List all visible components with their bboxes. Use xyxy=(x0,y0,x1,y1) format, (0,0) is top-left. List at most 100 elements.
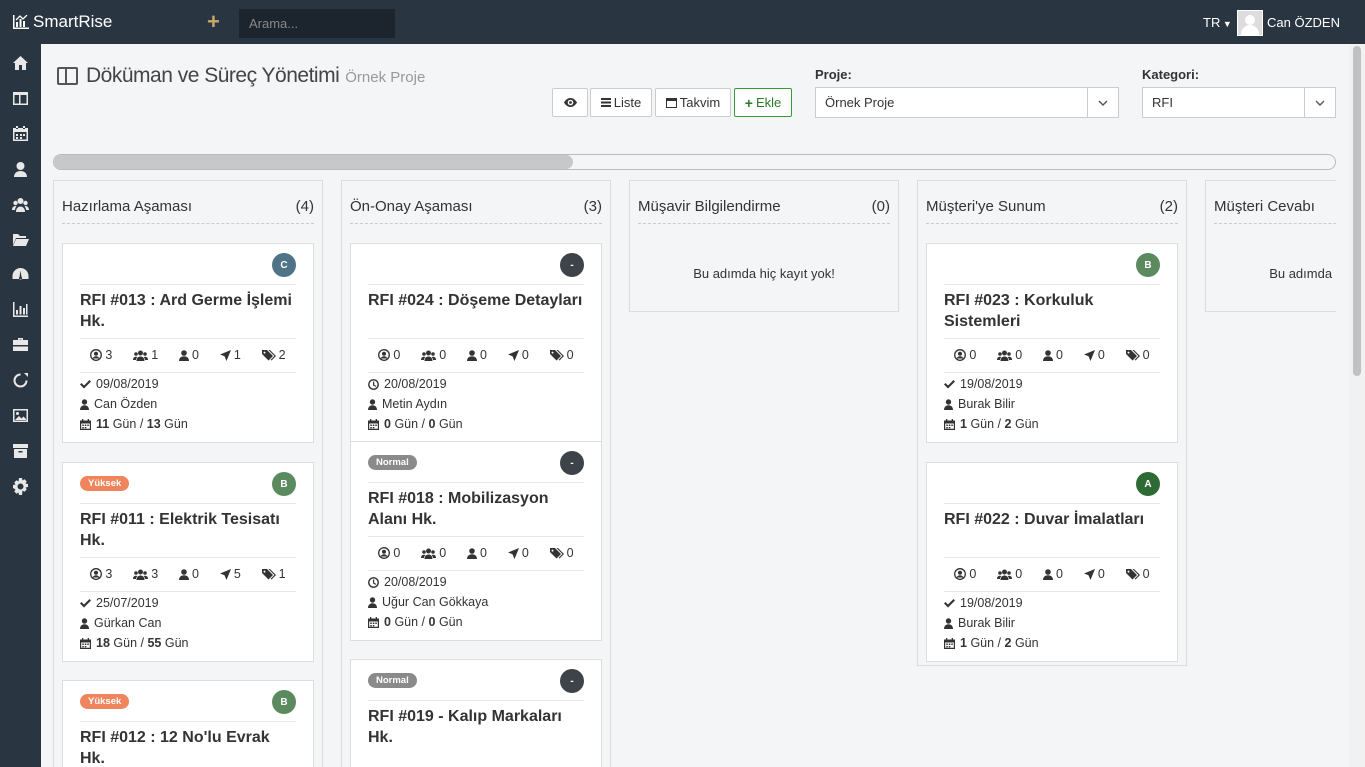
list-view-button[interactable]: Liste xyxy=(590,88,652,117)
dashboard-icon[interactable] xyxy=(12,266,29,283)
divider xyxy=(80,557,296,558)
stat-item: 0 xyxy=(549,348,574,362)
calendar-icon[interactable] xyxy=(12,125,29,142)
user-icon[interactable] xyxy=(12,161,29,178)
rfi-card[interactable]: Yüksek B RFI #011 : Elektrik Tesisatı Hk. 3… xyxy=(62,462,314,662)
users-icon xyxy=(421,350,437,361)
card-title[interactable]: RFI #022 : Duvar İmalatları xyxy=(944,509,1160,530)
scrollbar-thumb[interactable] xyxy=(1353,46,1361,376)
archive-icon[interactable] xyxy=(12,442,29,459)
users-icon xyxy=(421,548,437,559)
days-elapsed-unit: Gün xyxy=(112,417,137,431)
stat-value: 0 xyxy=(969,348,977,362)
quick-add-button[interactable]: + xyxy=(207,11,220,33)
card-title[interactable]: RFI #012 : 12 No'lu Evrak Hk. xyxy=(80,727,296,767)
rfi-card[interactable]: Normal - RFI #018 : Mobilizasyon Alanı Hk.… xyxy=(350,441,602,641)
app-logo[interactable]: SmartRise xyxy=(13,12,112,32)
settings-icon[interactable] xyxy=(12,478,29,495)
stat-value: 3 xyxy=(105,348,113,362)
date-row: 19/08/2019 xyxy=(944,374,1160,394)
kanban-column: Müşteri'ye Sunum (2) B RFI #023 : Korkuluk … xyxy=(917,180,1187,666)
days-elapsed-unit: Gün xyxy=(113,636,138,650)
user-name[interactable]: Can ÖZDEN xyxy=(1267,15,1340,30)
duration-separator: / xyxy=(418,417,429,431)
user-icon xyxy=(1043,349,1054,361)
user-circle-icon xyxy=(90,349,103,361)
divider xyxy=(944,284,1160,285)
card-title[interactable]: RFI #018 : Mobilizasyon Alanı Hk. xyxy=(368,488,584,530)
stat-item: 0 xyxy=(954,348,976,362)
stat-item: 1 xyxy=(219,348,241,362)
card-title[interactable]: RFI #024 : Döşeme Detayları xyxy=(368,290,584,311)
send-icon xyxy=(507,349,519,361)
add-button[interactable]: + Ekle xyxy=(734,88,792,117)
card-duration: 11 Gün / 13 Gün xyxy=(96,417,188,431)
language-selector[interactable]: TR ▼ xyxy=(1203,15,1232,30)
card-stats: 0 0 0 0 0 xyxy=(368,348,584,362)
users-icon[interactable] xyxy=(12,196,29,213)
avatar[interactable] xyxy=(1237,10,1263,36)
stat-value: 0 xyxy=(1142,567,1150,581)
rfi-card[interactable]: A RFI #022 : Duvar İmalatları 0 0 0 0 0 19/08/2… xyxy=(926,462,1178,662)
rfi-card[interactable]: - RFI #024 : Döşeme Detayları 0 0 0 0 0 20/08/2… xyxy=(350,243,602,443)
card-stats: 0 0 0 0 0 xyxy=(368,546,584,560)
person-row: Uğur Can Gökkaya xyxy=(368,592,584,612)
calendar-icon xyxy=(665,98,677,108)
days-total-unit: Gün xyxy=(438,417,463,431)
users-icon xyxy=(997,569,1013,580)
category-select[interactable]: RFI xyxy=(1142,87,1336,118)
card-duration: 1 Gün / 2 Gün xyxy=(960,636,1039,650)
card-date: 19/08/2019 xyxy=(960,377,1023,391)
column-count: (4) xyxy=(295,198,314,215)
stat-item: 0 xyxy=(467,348,487,362)
bar-chart-icon[interactable] xyxy=(12,301,29,318)
rfi-card[interactable]: C RFI #013 : Ard Germe İşlemi Hk. 3 1 0 1 2 09/… xyxy=(62,243,314,443)
divider xyxy=(944,338,1160,339)
stat-value: 0 xyxy=(439,546,447,560)
card-title[interactable]: RFI #019 - Kalıp Markaları Hk. xyxy=(368,706,584,748)
circle-icon[interactable] xyxy=(12,372,29,389)
calendar-icon xyxy=(368,418,379,430)
stat-value: 0 xyxy=(393,348,401,362)
stat-value: 0 xyxy=(521,546,529,560)
rfi-card[interactable]: Yüksek B RFI #012 : 12 No'lu Evrak Hk. xyxy=(62,680,314,767)
stat-value: 3 xyxy=(105,567,113,581)
divider xyxy=(80,338,296,339)
calendar-view-button[interactable]: Takvim xyxy=(655,88,731,117)
home-icon[interactable] xyxy=(12,55,29,72)
divider xyxy=(944,503,1160,504)
card-title[interactable]: RFI #013 : Ard Germe İşlemi Hk. xyxy=(80,290,296,332)
card-date: 20/08/2019 xyxy=(384,575,447,589)
users-icon xyxy=(997,350,1013,361)
duration-separator: / xyxy=(137,636,148,650)
image-icon[interactable] xyxy=(12,407,29,424)
column-count: (0) xyxy=(871,198,890,215)
folder-open-icon[interactable] xyxy=(12,231,29,248)
stat-value: 0 xyxy=(1056,348,1063,362)
rfi-card[interactable]: B RFI #023 : Korkuluk Sistemleri 0 0 0 0 0 19/0… xyxy=(926,243,1178,443)
card-info: 20/08/2019 Metin Aydın 0 Gün / 0 Gün xyxy=(368,374,584,434)
columns-icon[interactable] xyxy=(12,90,29,107)
card-person: Gürkan Can xyxy=(94,616,162,630)
card-title[interactable]: RFI #023 : Korkuluk Sistemleri xyxy=(944,290,1160,332)
briefcase-icon[interactable] xyxy=(12,336,29,353)
page-scrollbar[interactable] xyxy=(1349,44,1365,767)
stat-value: 1 xyxy=(278,567,286,581)
calendar-icon xyxy=(944,418,955,430)
card-title[interactable]: RFI #011 : Elektrik Tesisatı Hk. xyxy=(80,509,296,551)
search-input[interactable] xyxy=(239,9,395,38)
user-icon xyxy=(80,617,89,629)
horizontal-scroll-progress[interactable] xyxy=(53,154,1336,170)
column-header: Müşavir Bilgilendirme (0) xyxy=(638,181,890,224)
days-elapsed-unit: Gün xyxy=(970,636,995,650)
app-name: SmartRise xyxy=(33,12,113,31)
duration-row: 0 Gün / 0 Gün xyxy=(368,612,584,632)
days-total: 0 xyxy=(428,417,436,431)
view-toggle-button[interactable] xyxy=(552,88,588,117)
status-badge: B xyxy=(1136,253,1160,277)
stat-item: 0 xyxy=(421,546,446,560)
project-select[interactable]: Örnek Proje xyxy=(815,87,1119,118)
rfi-card[interactable]: Normal - RFI #019 - Kalıp Markaları Hk. xyxy=(350,659,602,767)
duration-row: 1 Gün / 2 Gün xyxy=(944,414,1160,434)
divider xyxy=(944,591,1160,592)
